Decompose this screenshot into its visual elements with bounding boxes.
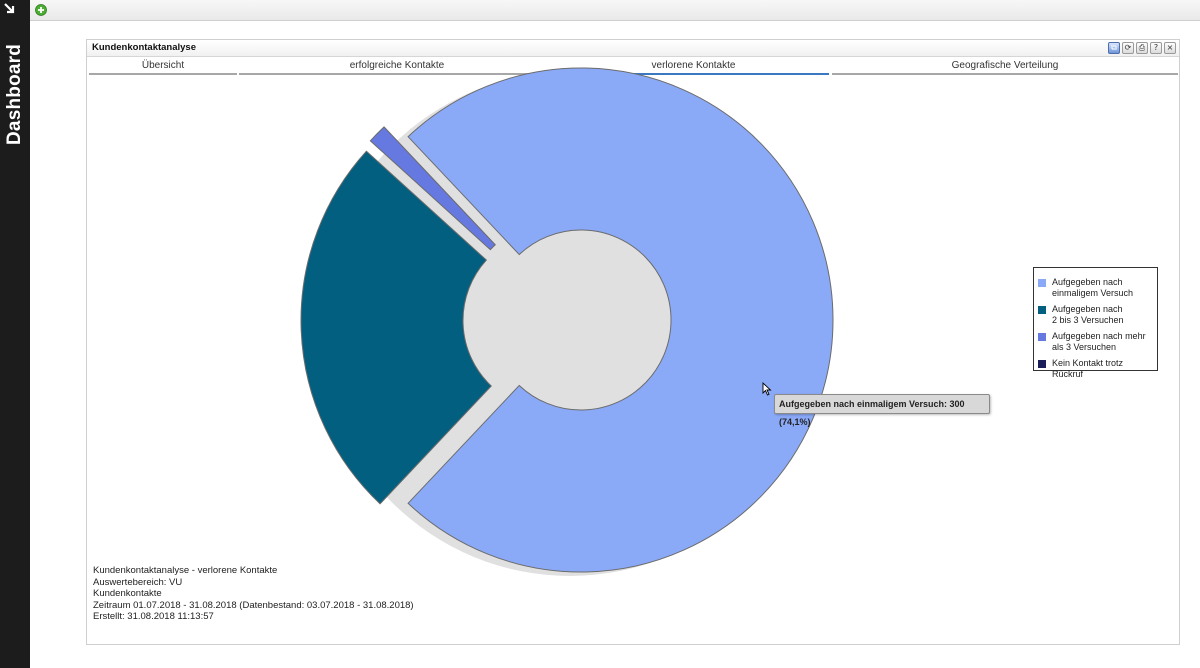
- legend-item[interactable]: Kein Kontakt trotz Rückruf: [1038, 358, 1153, 380]
- legend-label: Aufgegeben nach 2 bis 3 Versuchen: [1052, 304, 1124, 325]
- report-info: Kundenkontaktanalyse - verlorene Kontakt…: [93, 565, 414, 623]
- chart-legend: Aufgegeben nach einmaligem Versuch Aufgeg…: [1033, 267, 1158, 379]
- legend-item[interactable]: Aufgegeben nach 2 bis 3 Versuchen: [1038, 304, 1153, 326]
- legend-swatch: [1038, 333, 1046, 341]
- chart-tooltip: Aufgegeben nach einmaligem Versuch: 300 …: [774, 394, 990, 427]
- info-line: Auswertebereich: VU: [93, 576, 183, 588]
- info-line: Zeitraum 01.07.2018 - 31.08.2018 (Datenb…: [93, 599, 414, 611]
- info-line: Erstellt: 31.08.2018 11:13:57: [93, 611, 214, 622]
- legend-item[interactable]: Aufgegeben nach einmaligem Versuch: [1038, 277, 1153, 299]
- mouse-cursor-icon: [762, 382, 772, 396]
- legend-label: Aufgegeben nach einmaligem Versuch: [1052, 277, 1134, 298]
- info-line: Kundenkontaktanalyse - verlorene Kontakt…: [93, 565, 278, 576]
- info-line: Kundenkontakte: [93, 588, 162, 599]
- legend-swatch: [1038, 306, 1046, 314]
- legend-item[interactable]: Aufgegeben nach mehr als 3 Versuchen: [1038, 331, 1153, 353]
- legend-label: Aufgegeben nach mehr als 3 Versuchen: [1052, 331, 1146, 352]
- legend-swatch: [1038, 279, 1046, 287]
- legend-label: Kein Kontakt trotz Rückruf: [1052, 358, 1124, 379]
- legend-swatch: [1038, 360, 1046, 368]
- chart-slices: [300, 67, 834, 576]
